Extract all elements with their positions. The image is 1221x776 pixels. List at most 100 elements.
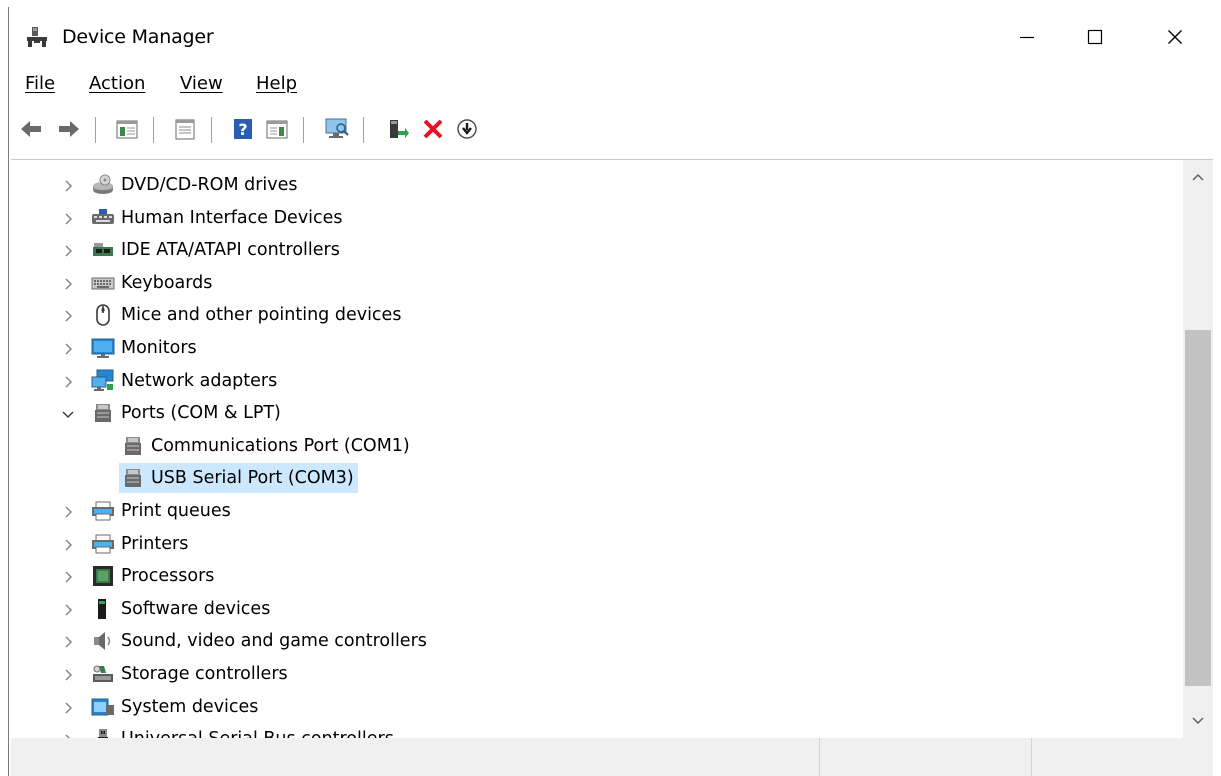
tree-item-label: Software devices <box>121 598 271 619</box>
chevron-right-icon[interactable] <box>61 667 75 681</box>
menu-view[interactable]: View <box>180 73 223 94</box>
hid-icon <box>91 206 115 230</box>
tree-item-label: Storage controllers <box>121 664 288 684</box>
tree-item-label: System devices <box>121 696 259 717</box>
action-pane-button[interactable] <box>263 115 291 143</box>
device-tree[interactable]: DVD/CD-ROM drives Human Interface Devices… <box>11 160 1181 738</box>
menu-help-label: Help <box>256 73 298 94</box>
tree-item-label: Processors <box>121 566 215 587</box>
scrollbar-thumb[interactable] <box>1185 330 1211 686</box>
tree-item-content: Print queues <box>89 496 235 526</box>
software-device-icon <box>91 597 115 621</box>
chevron-right-icon[interactable] <box>61 634 75 648</box>
tree-item-content: USB Serial Port (COM3) <box>119 463 358 494</box>
back-button[interactable] <box>17 115 45 143</box>
tree-item-content: Universal Serial Bus controllers <box>89 724 398 738</box>
chevron-right-icon[interactable] <box>61 537 75 551</box>
tree-item-label: Universal Serial Bus controllers <box>121 729 394 738</box>
help-icon: ? <box>234 119 252 139</box>
chevron-right-icon[interactable] <box>61 243 75 257</box>
maximize-icon <box>1087 29 1103 45</box>
tree-category-item[interactable]: System devices <box>65 692 262 722</box>
svg-text:?: ? <box>238 120 247 139</box>
menu-view-label: View <box>180 73 223 94</box>
scroll-down-button[interactable] <box>1183 706 1213 736</box>
tree-item-label: DVD/CD-ROM drives <box>121 175 298 195</box>
status-bar <box>11 738 1213 776</box>
tree-category-item[interactable]: Ports (COM & LPT) <box>62 398 285 428</box>
scroll-up-button[interactable] <box>1183 162 1213 192</box>
vertical-scrollbar[interactable] <box>1183 160 1213 738</box>
port-icon <box>121 434 145 458</box>
tree-category-item[interactable]: Keyboards <box>65 268 216 298</box>
tree-category-item[interactable]: Monitors <box>65 333 201 363</box>
help-button[interactable]: ? <box>229 115 257 143</box>
title-bar[interactable]: Device Manager <box>9 7 1221 63</box>
chevron-right-icon[interactable] <box>61 504 75 518</box>
scan-hardware-button[interactable] <box>323 115 351 143</box>
chevron-right-icon[interactable] <box>61 276 75 290</box>
close-button[interactable] <box>1145 15 1205 59</box>
forward-button[interactable] <box>55 115 83 143</box>
chevron-right-icon[interactable] <box>61 178 75 192</box>
tree-category-item[interactable]: Processors <box>65 561 218 591</box>
tree-category-item[interactable]: Human Interface Devices <box>65 203 347 233</box>
tree-category-item[interactable]: IDE ATA/ATAPI controllers <box>65 235 344 265</box>
chevron-down-icon[interactable] <box>61 406 75 420</box>
mouse-icon <box>91 303 115 327</box>
tree-item-content: Network adapters <box>89 366 281 396</box>
chevron-right-icon[interactable] <box>61 700 75 714</box>
chevron-down-icon <box>1192 717 1204 725</box>
tree-item-label: Ports (COM & LPT) <box>121 403 281 424</box>
toolbar-separator <box>363 117 364 143</box>
toolbar: ? <box>9 109 1221 151</box>
storage-controller-icon <box>91 662 115 686</box>
tree-category-item[interactable]: Universal Serial Bus controllers <box>65 724 398 738</box>
tree-category-item[interactable]: Network adapters <box>65 366 281 396</box>
tree-category-item[interactable]: Storage controllers <box>65 659 292 689</box>
menu-bar: File Action View Help <box>9 69 1221 101</box>
disable-device-icon <box>457 119 477 139</box>
toolbar-separator <box>153 117 154 143</box>
tree-item-content: IDE ATA/ATAPI controllers <box>89 235 344 265</box>
ide-controller-icon <box>91 238 115 262</box>
tree-category-item[interactable]: DVD/CD-ROM drives <box>65 170 302 200</box>
tree-category-item[interactable]: Mice and other pointing devices <box>65 300 405 330</box>
show-hide-console-tree-icon <box>116 120 138 139</box>
window-title: Device Manager <box>62 26 214 48</box>
uninstall-device-button[interactable] <box>419 115 447 143</box>
chevron-right-icon[interactable] <box>61 602 75 616</box>
tree-item-content: Mice and other pointing devices <box>89 300 405 330</box>
background-window-edge <box>0 0 1221 7</box>
tree-child-item[interactable]: Communications Port (COM1) <box>119 431 414 461</box>
menu-help[interactable]: Help <box>256 73 297 94</box>
chevron-right-icon[interactable] <box>61 341 75 355</box>
tree-category-item[interactable]: Print queues <box>65 496 235 526</box>
device-manager-app-icon <box>25 25 49 49</box>
disable-device-button[interactable] <box>453 115 481 143</box>
update-driver-icon <box>390 120 409 138</box>
tree-category-item[interactable]: Sound, video and game controllers <box>65 626 431 656</box>
chevron-right-icon[interactable] <box>61 569 75 583</box>
usb-icon <box>91 727 115 738</box>
menu-action[interactable]: Action <box>89 73 145 94</box>
status-divider <box>1031 738 1032 776</box>
properties-button[interactable] <box>171 115 199 143</box>
tree-category-item[interactable]: Printers <box>65 529 192 559</box>
tree-item-label: Communications Port (COM1) <box>151 435 410 456</box>
chevron-right-icon[interactable] <box>61 308 75 322</box>
menu-file[interactable]: File <box>25 73 55 94</box>
chevron-right-icon[interactable] <box>61 211 75 225</box>
chevron-right-icon[interactable] <box>61 374 75 388</box>
printer-icon <box>91 532 115 556</box>
monitor-icon <box>91 336 115 360</box>
maximize-button[interactable] <box>1065 15 1125 59</box>
update-driver-button[interactable] <box>383 115 411 143</box>
minimize-icon <box>1020 36 1034 39</box>
tree-child-item[interactable]: USB Serial Port (COM3) <box>119 463 358 494</box>
tree-category-item[interactable]: Software devices <box>65 594 274 624</box>
minimize-button[interactable] <box>997 15 1057 59</box>
show-hide-console-tree-button[interactable] <box>113 115 141 143</box>
tree-item-content: Storage controllers <box>89 659 292 689</box>
tree-item-content: Processors <box>89 561 218 591</box>
